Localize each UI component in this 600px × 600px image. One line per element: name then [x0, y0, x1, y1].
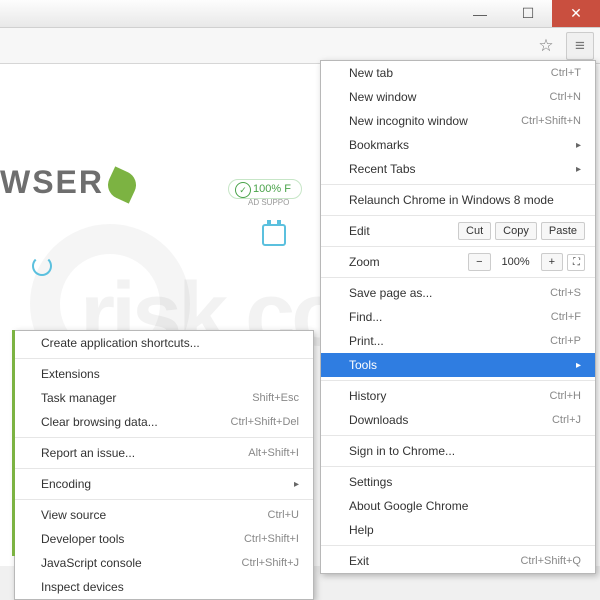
calendar-icon: [262, 224, 286, 246]
menu-new-tab[interactable]: New tabCtrl+T: [321, 61, 595, 85]
zoom-in-button[interactable]: +: [541, 253, 563, 271]
menu-separator: [321, 380, 595, 381]
leaf-icon: [103, 166, 140, 203]
paste-button[interactable]: Paste: [541, 222, 585, 240]
zoom-out-button[interactable]: −: [468, 253, 490, 271]
menu-separator: [15, 499, 313, 500]
free-badge: 100% F: [228, 179, 302, 199]
bookmark-star-icon[interactable]: ☆: [532, 32, 560, 60]
window-titlebar: — ☐ ✕: [0, 0, 600, 28]
fullscreen-button[interactable]: ⛶: [567, 254, 585, 271]
menu-help[interactable]: Help: [321, 518, 595, 542]
menu-relaunch-win8[interactable]: Relaunch Chrome in Windows 8 mode: [321, 188, 595, 212]
menu-exit[interactable]: ExitCtrl+Shift+Q: [321, 549, 595, 573]
menu-separator: [321, 215, 595, 216]
submenu-task-manager[interactable]: Task managerShift+Esc: [15, 386, 313, 410]
zoom-value: 100%: [495, 256, 537, 268]
submenu-dev-tools[interactable]: Developer toolsCtrl+Shift+I: [15, 527, 313, 551]
menu-separator: [15, 468, 313, 469]
submenu-create-shortcuts[interactable]: Create application shortcuts...: [15, 331, 313, 355]
close-button[interactable]: ✕: [552, 0, 600, 27]
menu-recent-tabs[interactable]: Recent Tabs: [321, 157, 595, 181]
submenu-view-source[interactable]: View sourceCtrl+U: [15, 503, 313, 527]
minimize-button[interactable]: —: [456, 0, 504, 27]
submenu-js-console[interactable]: JavaScript consoleCtrl+Shift+J: [15, 551, 313, 575]
menu-new-window[interactable]: New windowCtrl+N: [321, 85, 595, 109]
menu-separator: [15, 437, 313, 438]
menu-separator: [321, 545, 595, 546]
menu-edit-row: Edit Cut Copy Paste: [321, 219, 595, 243]
menu-separator: [15, 358, 313, 359]
maximize-button[interactable]: ☐: [504, 0, 552, 27]
menu-separator: [321, 277, 595, 278]
submenu-extensions[interactable]: Extensions: [15, 362, 313, 386]
browser-toolbar: ☆ ≡: [0, 28, 600, 64]
menu-separator: [321, 184, 595, 185]
menu-find[interactable]: Find...Ctrl+F: [321, 305, 595, 329]
badge-subtext: AD SUPPO: [248, 198, 289, 207]
menu-separator: [321, 466, 595, 467]
menu-tools[interactable]: Tools: [321, 353, 595, 377]
zoom-label: Zoom: [349, 255, 464, 269]
submenu-report-issue[interactable]: Report an issue...Alt+Shift+I: [15, 441, 313, 465]
tools-submenu: Create application shortcuts... Extensio…: [14, 330, 314, 600]
menu-history[interactable]: HistoryCtrl+H: [321, 384, 595, 408]
menu-bookmarks[interactable]: Bookmarks: [321, 133, 595, 157]
chrome-main-menu: New tabCtrl+T New windowCtrl+N New incog…: [320, 60, 596, 574]
menu-new-incognito[interactable]: New incognito windowCtrl+Shift+N: [321, 109, 595, 133]
page-logo: WSER: [0, 164, 136, 201]
menu-zoom-row: Zoom − 100% + ⛶: [321, 250, 595, 274]
menu-print[interactable]: Print...Ctrl+P: [321, 329, 595, 353]
copy-button[interactable]: Copy: [495, 222, 537, 240]
submenu-accent: [12, 330, 15, 556]
cut-button[interactable]: Cut: [458, 222, 491, 240]
edit-label: Edit: [349, 224, 454, 238]
submenu-inspect-devices[interactable]: Inspect devices: [15, 575, 313, 599]
submenu-encoding[interactable]: Encoding: [15, 472, 313, 496]
refresh-icon: [32, 256, 52, 276]
menu-separator: [321, 246, 595, 247]
submenu-clear-data[interactable]: Clear browsing data...Ctrl+Shift+Del: [15, 410, 313, 434]
menu-save-page[interactable]: Save page as...Ctrl+S: [321, 281, 595, 305]
menu-separator: [321, 435, 595, 436]
hamburger-menu-icon[interactable]: ≡: [566, 32, 594, 60]
menu-downloads[interactable]: DownloadsCtrl+J: [321, 408, 595, 432]
menu-signin[interactable]: Sign in to Chrome...: [321, 439, 595, 463]
menu-about[interactable]: About Google Chrome: [321, 494, 595, 518]
menu-settings[interactable]: Settings: [321, 470, 595, 494]
